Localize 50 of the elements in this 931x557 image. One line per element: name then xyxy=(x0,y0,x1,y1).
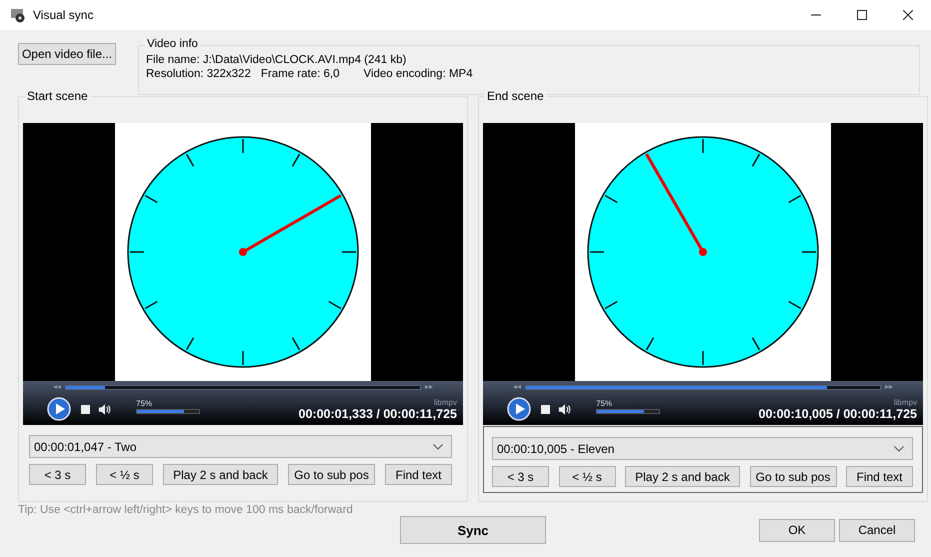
scene-button[interactable]: Find text xyxy=(385,464,452,485)
subtitle-dropdown[interactable]: 00:00:10,005 - Eleven xyxy=(492,437,913,460)
play-icon[interactable] xyxy=(47,397,71,421)
resolution-label: Resolution: 322x322 xyxy=(146,68,251,80)
time-label: 00:00:01,333 / 00:00:11,725 xyxy=(298,406,457,420)
fast-forward-icon[interactable] xyxy=(425,385,433,389)
stop-icon[interactable] xyxy=(541,404,550,414)
scene-button[interactable]: Play 2 s and back xyxy=(163,464,278,485)
rewind-icon[interactable] xyxy=(53,385,61,389)
rewind-icon[interactable] xyxy=(513,385,521,389)
dialog-button[interactable]: Cancel xyxy=(839,518,915,542)
maximize-icon[interactable] xyxy=(857,10,867,20)
volume-label: 75% xyxy=(136,398,154,408)
scene-button[interactable]: Go to sub pos xyxy=(288,464,375,485)
frame-rate-label: Frame rate: 6,0 xyxy=(260,68,340,80)
encoding-label: Video encoding: MP4 xyxy=(363,68,473,80)
scene-button[interactable]: < ½ s xyxy=(558,466,616,487)
volume-slider[interactable] xyxy=(136,408,200,414)
stop-icon[interactable] xyxy=(81,404,90,414)
app-icon xyxy=(10,7,26,23)
volume-label: 75% xyxy=(596,398,614,408)
scene-button[interactable]: < 3 s xyxy=(492,466,549,487)
group-title: Video info xyxy=(145,38,200,50)
player-brand-label: libmpv xyxy=(894,398,917,406)
sync-button[interactable]: Sync xyxy=(400,516,546,544)
speaker-icon[interactable] xyxy=(558,402,572,416)
seek-bar[interactable] xyxy=(65,384,421,390)
speaker-icon[interactable] xyxy=(98,402,112,416)
subtitle-dropdown[interactable]: 00:00:01,047 - Two xyxy=(29,435,452,458)
scene-button[interactable]: Go to sub pos xyxy=(750,466,836,487)
volume-slider[interactable] xyxy=(596,408,660,414)
dialog-button[interactable]: OK xyxy=(759,518,835,542)
close-icon[interactable] xyxy=(903,10,913,20)
time-label: 00:00:10,005 / 00:00:11,725 xyxy=(758,406,917,420)
group-title: End scene xyxy=(485,89,546,103)
fast-forward-icon[interactable] xyxy=(885,385,893,389)
seek-bar[interactable] xyxy=(525,384,881,390)
open-video-button[interactable]: Open video file... xyxy=(18,43,116,65)
scene-button[interactable]: < ½ s xyxy=(96,464,153,485)
caret-icon xyxy=(894,446,904,452)
player-brand-label: libmpv xyxy=(434,398,457,406)
play-icon[interactable] xyxy=(507,397,531,421)
scene-button[interactable]: Find text xyxy=(846,466,913,487)
scene-button[interactable]: < 3 s xyxy=(29,464,86,485)
group-title: Start scene xyxy=(25,89,90,103)
window-title: Visual sync xyxy=(33,8,94,22)
scene-button[interactable]: Play 2 s and back xyxy=(625,466,740,487)
tip-text: Tip: Use <ctrl+arrow left/right> keys to move 100 ms back/forward xyxy=(18,504,354,516)
file-name-label: File name: J:\Data\Video\CLOCK.AVI.mp4 (241 kb) xyxy=(146,54,408,66)
caret-icon xyxy=(433,444,443,450)
